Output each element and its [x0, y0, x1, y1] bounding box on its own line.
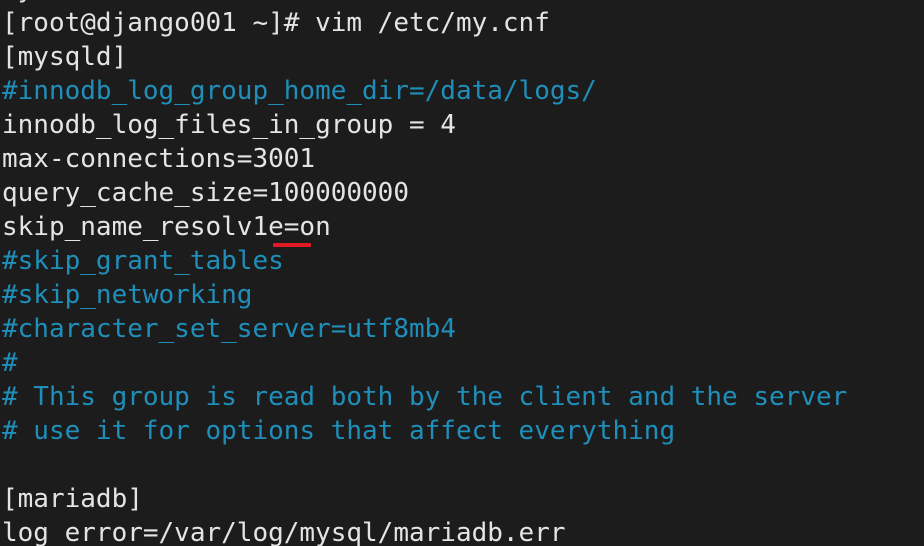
config-line-log-error: log_error=/var/log/mysql/mariadb.err — [2, 518, 566, 546]
config-line-mariadb-section: [mariadb] — [2, 484, 143, 514]
config-line-max-connections: max-connections=3001 — [2, 144, 316, 174]
config-line-innodb-log-files-in-group: innodb_log_files_in_group = 4 — [2, 110, 456, 140]
shell-prompt-line: [root@django001 ~]# vim /etc/my.cnf — [2, 8, 550, 38]
config-line-mysqld-section: [mysqld] — [2, 42, 128, 72]
config-line-skip-grant-tables: #skip_grant_tables — [2, 246, 284, 276]
terminal-window[interactable]: bye [root@django001 ~]# vim /etc/my.cnf … — [0, 0, 924, 546]
config-line-skip-name-resolve: skip_name_resolv1e=on — [2, 212, 331, 242]
config-line-skip-networking: #skip_networking — [2, 280, 253, 310]
config-line-character-set-server: #character_set_server=utf8mb4 — [2, 314, 456, 344]
config-line-comment-separator: # — [2, 348, 18, 378]
config-line-innodb-log-group-home-dir: #innodb_log_group_home_dir=/data/logs/ — [2, 76, 597, 106]
config-line-comment-group-read-by: # This group is read both by the client … — [2, 382, 848, 412]
config-line-query-cache-size: query_cache_size=100000000 — [2, 178, 409, 208]
config-line-comment-use-it-for-options: # use it for options that affect everyth… — [2, 416, 676, 446]
